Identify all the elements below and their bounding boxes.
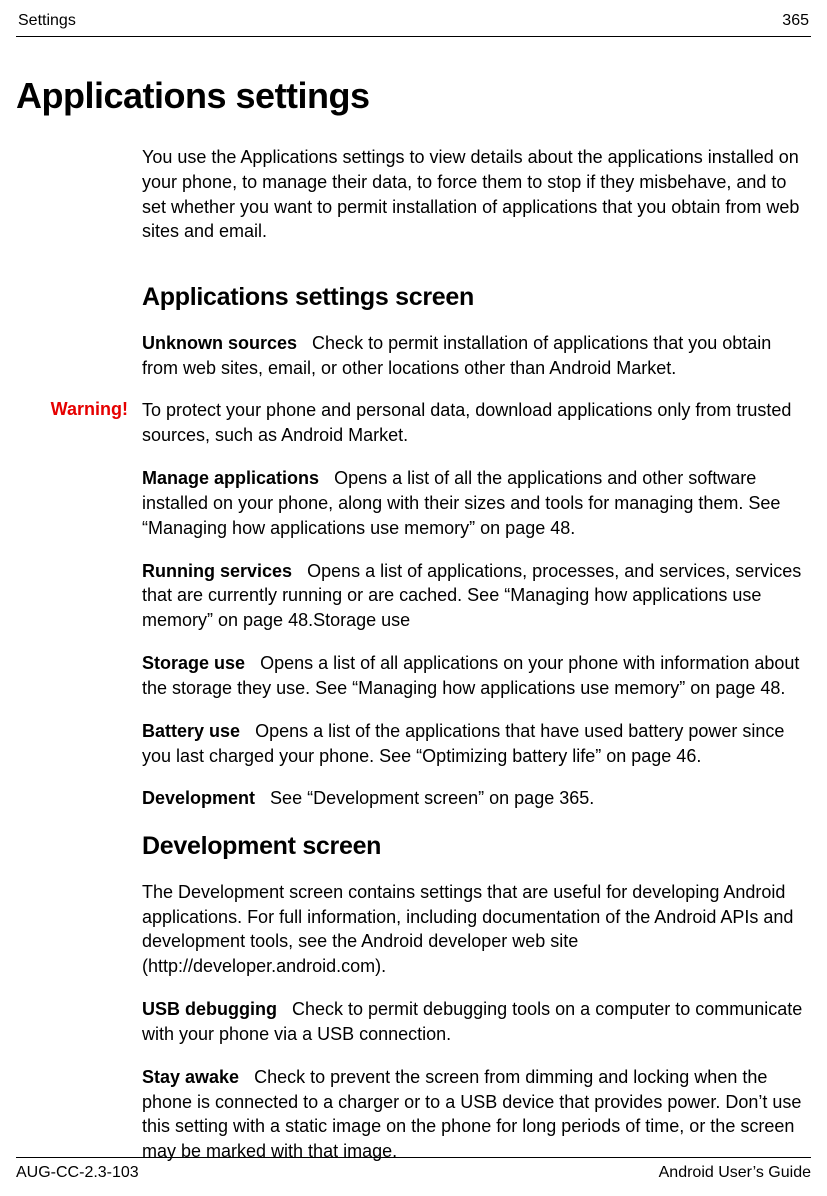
- setting-label: Running services: [142, 561, 292, 581]
- page-footer: AUG-CC-2.3-103 Android User’s Guide: [16, 1157, 811, 1182]
- setting-label: Battery use: [142, 721, 240, 741]
- development-intro: The Development screen contains settings…: [142, 880, 811, 979]
- setting-running-services: Running services Opens a list of applica…: [142, 559, 811, 633]
- setting-text: See “Development screen” on page 365.: [270, 788, 594, 808]
- footer-rule: [16, 1157, 811, 1158]
- header-rule: [16, 36, 811, 37]
- setting-battery-use: Battery use Opens a list of the applicat…: [142, 719, 811, 769]
- setting-usb-debugging: USB debugging Check to permit debugging …: [142, 997, 811, 1047]
- setting-label: Manage applications: [142, 468, 319, 488]
- setting-storage-use: Storage use Opens a list of all applicat…: [142, 651, 811, 701]
- section-heading-development-screen: Development screen: [142, 829, 811, 864]
- intro-paragraph: You use the Applications settings to vie…: [142, 145, 811, 244]
- setting-stay-awake: Stay awake Check to prevent the screen f…: [142, 1065, 811, 1164]
- page-header: Settings 365: [16, 12, 811, 34]
- setting-label: Stay awake: [142, 1067, 239, 1087]
- setting-label: Unknown sources: [142, 333, 297, 353]
- setting-label: USB debugging: [142, 999, 277, 1019]
- setting-label: Development: [142, 788, 255, 808]
- setting-development: Development See “Development screen” on …: [142, 786, 811, 811]
- setting-text: Check to prevent the screen from dimming…: [142, 1067, 801, 1161]
- footer-guide-name: Android User’s Guide: [659, 1164, 811, 1182]
- header-section: Settings: [18, 12, 76, 30]
- page-title: Applications settings: [16, 75, 811, 117]
- warning-text: To protect your phone and personal data,…: [142, 398, 811, 448]
- setting-manage-applications: Manage applications Opens a list of all …: [142, 466, 811, 540]
- section-heading-apps-settings-screen: Applications settings screen: [142, 280, 811, 315]
- warning-label: Warning!: [16, 398, 128, 1182]
- setting-label: Storage use: [142, 653, 245, 673]
- setting-unknown-sources: Unknown sources Check to permit installa…: [142, 331, 811, 381]
- footer-doc-id: AUG-CC-2.3-103: [16, 1164, 139, 1182]
- header-page-number: 365: [782, 12, 809, 30]
